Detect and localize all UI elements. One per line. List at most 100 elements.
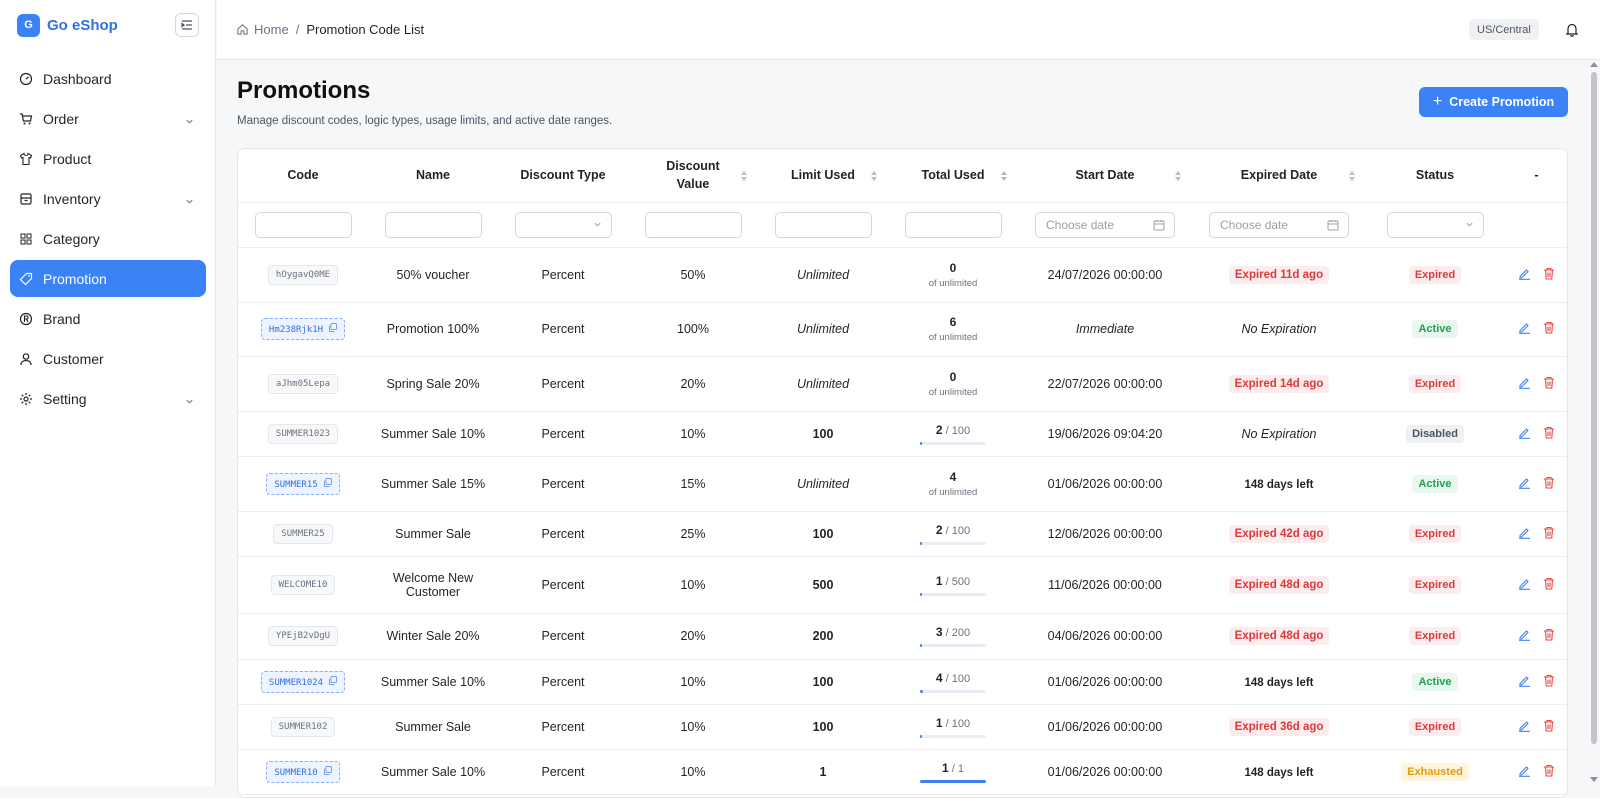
discount-value-filter-input[interactable] bbox=[644, 211, 742, 238]
edit-icon[interactable] bbox=[1518, 267, 1531, 283]
edit-icon[interactable] bbox=[1518, 674, 1531, 690]
discount-value: 50% bbox=[628, 247, 758, 303]
row-actions bbox=[1504, 764, 1567, 780]
expired-date-filter-picker[interactable]: Choose date bbox=[1209, 211, 1349, 238]
edit-icon[interactable] bbox=[1518, 577, 1531, 593]
promo-name: Summer Sale 10% bbox=[368, 659, 498, 705]
promo-code-chip[interactable]: SUMMER102 bbox=[270, 716, 336, 737]
sort-icon[interactable] bbox=[740, 170, 748, 182]
used-limit: 1 bbox=[957, 762, 964, 775]
delete-icon[interactable] bbox=[1543, 476, 1555, 492]
sidebar-item-brand[interactable]: Brand bbox=[10, 300, 206, 337]
column-header-limit-used[interactable]: Limit Used bbox=[758, 149, 888, 203]
promo-code-chip[interactable]: WELCOME10 bbox=[270, 574, 336, 595]
sidebar-item-category[interactable]: Category bbox=[10, 220, 206, 257]
sidebar-toggle-button[interactable] bbox=[175, 13, 199, 37]
delete-icon[interactable] bbox=[1543, 577, 1555, 593]
promo-code-chip[interactable]: SUMMER10 bbox=[266, 760, 340, 783]
table-row[interactable]: SUMMER25 Summer Sale Percent 25% 100 2 / 100 1… bbox=[238, 511, 1567, 557]
column-header-total-used[interactable]: Total Used bbox=[888, 149, 1018, 203]
promo-code-chip[interactable]: aJhm05Lepa bbox=[267, 373, 339, 394]
home-icon bbox=[237, 24, 248, 35]
table-row[interactable]: aJhm05Lepa Spring Sale 20% Percent 20% Unlim… bbox=[238, 356, 1567, 412]
sidebar-item-setting[interactable]: Setting bbox=[10, 380, 206, 417]
edit-icon[interactable] bbox=[1518, 376, 1531, 392]
delete-icon[interactable] bbox=[1543, 526, 1555, 542]
edit-icon[interactable] bbox=[1518, 476, 1531, 492]
edit-icon[interactable] bbox=[1518, 321, 1531, 337]
promo-code-chip[interactable]: SUMMER15 bbox=[266, 472, 340, 495]
column-header-discount-value[interactable]: Discount Value bbox=[628, 149, 758, 203]
table-row[interactable]: YPEjB2vDgU Winter Sale 20% Percent 20% 200 3 … bbox=[238, 613, 1567, 660]
table-row[interactable]: hOygavQ0ME 50% voucher Percent 50% Unlimited… bbox=[238, 247, 1567, 303]
expired-ago-badge: Expired 36d ago bbox=[1228, 717, 1330, 736]
expired-date-cell: Expired 11d ago bbox=[1192, 247, 1366, 303]
promo-code-chip[interactable]: SUMMER1024 bbox=[260, 670, 346, 693]
delete-icon[interactable] bbox=[1543, 426, 1555, 442]
name-filter-input[interactable] bbox=[384, 211, 482, 238]
delete-icon[interactable] bbox=[1543, 267, 1555, 283]
create-promotion-button[interactable]: + Create Promotion bbox=[1419, 87, 1568, 117]
limit-used: Unlimited bbox=[758, 247, 888, 303]
limit-used-filter-input[interactable] bbox=[774, 211, 872, 238]
sidebar-item-promotion[interactable]: Promotion bbox=[10, 260, 206, 297]
code-filter-input[interactable] bbox=[254, 211, 352, 238]
delete-icon[interactable] bbox=[1543, 674, 1555, 690]
edit-icon[interactable] bbox=[1518, 628, 1531, 644]
promo-code-chip[interactable]: SUMMER1023 bbox=[267, 423, 339, 444]
sort-icon[interactable] bbox=[1000, 170, 1008, 182]
promo-code-chip[interactable]: YPEjB2vDgU bbox=[267, 626, 339, 646]
delete-icon[interactable] bbox=[1543, 764, 1555, 780]
delete-icon[interactable] bbox=[1543, 376, 1555, 392]
sidebar-item-product[interactable]: Product bbox=[10, 140, 206, 177]
delete-icon[interactable] bbox=[1543, 719, 1555, 735]
copy-icon[interactable] bbox=[323, 477, 332, 490]
used-count: 1 bbox=[935, 715, 943, 730]
discount-value: 10% bbox=[628, 659, 758, 705]
sidebar-item-dashboard[interactable]: Dashboard bbox=[10, 60, 206, 97]
scroll-up-arrow-icon[interactable] bbox=[1590, 62, 1598, 67]
brand[interactable]: G Go eShop bbox=[17, 12, 118, 38]
sort-icon[interactable] bbox=[870, 170, 878, 182]
promo-code-chip[interactable]: hOygavQ0ME bbox=[267, 264, 339, 285]
promo-code-chip[interactable]: Hm238Rjk1H bbox=[260, 318, 346, 340]
edit-icon[interactable] bbox=[1518, 719, 1531, 735]
table-row[interactable]: SUMMER1024 Summer Sale 10% Percent 10% 100 4 … bbox=[238, 659, 1567, 705]
column-header-expired-date[interactable]: Expired Date bbox=[1192, 149, 1366, 203]
actions-cell bbox=[1504, 411, 1567, 457]
sidebar-item-inventory[interactable]: Inventory bbox=[10, 180, 206, 217]
discount-type-filter-select[interactable] bbox=[514, 211, 612, 238]
sidebar-item-customer[interactable]: Customer bbox=[10, 340, 206, 377]
table-row[interactable]: WELCOME10 Welcome New Customer Percent 10% 5… bbox=[238, 556, 1567, 614]
promo-code-chip[interactable]: SUMMER25 bbox=[273, 523, 333, 544]
expired-ago-badge: Expired 48d ago bbox=[1228, 627, 1330, 645]
page-scrollbar[interactable] bbox=[1588, 60, 1600, 786]
timezone-badge[interactable]: US/Central bbox=[1469, 19, 1539, 40]
used-limit-text: / 100 bbox=[942, 672, 971, 685]
sort-icon[interactable] bbox=[1174, 170, 1182, 182]
table-row[interactable]: SUMMER102 Summer Sale Percent 10% 100 1 / 100… bbox=[238, 704, 1567, 750]
breadcrumb-home-link[interactable]: Home bbox=[254, 22, 289, 37]
edit-icon[interactable] bbox=[1518, 526, 1531, 542]
table-row[interactable]: SUMMER15 Summer Sale 15% Percent 15% Unlimit… bbox=[238, 456, 1567, 512]
sidebar-item-order[interactable]: Order bbox=[10, 100, 206, 137]
edit-icon[interactable] bbox=[1518, 426, 1531, 442]
notification-button[interactable] bbox=[1565, 22, 1579, 40]
copy-icon[interactable] bbox=[329, 323, 338, 335]
table-row[interactable]: SUMMER1023 Summer Sale 10% Percent 10% 100 2 … bbox=[238, 411, 1567, 457]
table-row[interactable]: SUMMER10 Summer Sale 10% Percent 10% 1 1 / 10… bbox=[238, 749, 1567, 795]
sort-icon[interactable] bbox=[1348, 170, 1356, 182]
status-filter-select[interactable] bbox=[1386, 211, 1484, 238]
table-row[interactable]: Hm238Rjk1H Promotion 100% Percent 100% Unlim… bbox=[238, 302, 1567, 357]
scroll-down-arrow-icon[interactable] bbox=[1590, 777, 1598, 782]
start-date-filter-picker[interactable]: Choose date bbox=[1035, 211, 1175, 238]
column-header-start-date[interactable]: Start Date bbox=[1018, 149, 1192, 203]
copy-icon[interactable] bbox=[323, 765, 332, 778]
total-used-count: 4 bbox=[888, 470, 1018, 484]
scrollbar-thumb[interactable] bbox=[1591, 72, 1597, 744]
delete-icon[interactable] bbox=[1543, 321, 1555, 337]
total-used-filter-input[interactable] bbox=[904, 211, 1002, 238]
delete-icon[interactable] bbox=[1543, 628, 1555, 644]
copy-icon[interactable] bbox=[329, 675, 338, 688]
edit-icon[interactable] bbox=[1518, 764, 1531, 780]
